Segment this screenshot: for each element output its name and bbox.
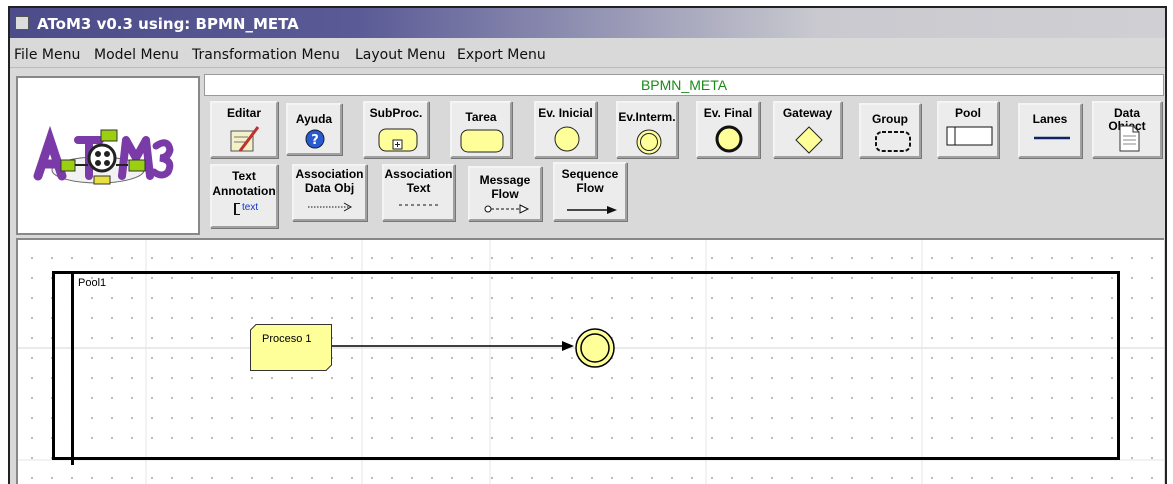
ev-interm-button[interactable]: Ev.Interm. (616, 101, 678, 158)
subproc-button[interactable]: SubProc. (363, 101, 429, 158)
ev-inicial-label: Ev. Inicial (538, 106, 593, 120)
editar-label: Editar (226, 106, 261, 120)
sequence-flow-label-2: Flow (576, 181, 604, 195)
ayuda-button[interactable]: Ayuda ? (286, 103, 342, 155)
association-data-obj-label-2: Data Obj (304, 181, 355, 195)
pool-button[interactable]: Pool (937, 101, 999, 158)
start-event-icon (554, 126, 580, 152)
pool-icon (946, 126, 993, 146)
text-annotation-icon (234, 203, 240, 215)
data-object-button[interactable]: Data Object (1092, 101, 1162, 158)
lanes-button[interactable]: Lanes (1018, 103, 1082, 158)
menu-file[interactable]: File Menu (14, 47, 80, 63)
sequence-flow-connector[interactable] (18, 240, 1166, 484)
data-object-icon (1119, 125, 1140, 152)
menu-model[interactable]: Model Menu (94, 47, 179, 63)
edit-pencil-icon (230, 126, 260, 152)
metamodel-title: BPMN_META (204, 74, 1164, 96)
lanes-label: Lanes (1032, 112, 1068, 126)
message-flow-button[interactable]: Message Flow (468, 166, 542, 221)
sequence-flow-label-1: Sequence (561, 167, 619, 181)
association-data-obj-label-1: Association (295, 167, 364, 181)
pool-label: Pool (955, 106, 981, 120)
window-menu-icon[interactable] (15, 16, 29, 30)
message-flow-icon (484, 204, 530, 214)
dashed-line-icon (399, 204, 441, 206)
text-annotation-sub: text (242, 202, 259, 213)
task-label: Proceso 1 (262, 333, 312, 345)
tarea-button[interactable]: Tarea (450, 101, 512, 158)
svg-text:?: ? (311, 133, 319, 148)
text-annotation-button[interactable]: Text Annotation text (210, 164, 278, 228)
gateway-button[interactable]: Gateway (773, 101, 842, 158)
association-data-obj-button[interactable]: Association Data Obj (292, 164, 367, 221)
atom3-window: AToM3 v0.3 using: BPMN_META File Menu Mo… (8, 6, 1167, 484)
group-icon (875, 131, 911, 152)
association-text-label-2: Text (406, 181, 431, 195)
association-text-button[interactable]: Association Text (382, 164, 455, 221)
sequence-flow-button[interactable]: Sequence Flow (553, 162, 627, 221)
subprocess-icon (378, 128, 418, 152)
group-label: Group (872, 112, 908, 126)
text-annotation-label-2: Annotation (212, 184, 276, 198)
task-label-wrap: Proceso 1 (250, 324, 332, 371)
end-event-icon (715, 125, 743, 153)
intermediate-event-icon (636, 129, 662, 155)
sequence-flow-icon (567, 206, 617, 214)
menu-bar: File Menu Model Menu Transformation Menu… (10, 40, 1165, 68)
ev-final-button[interactable]: Ev. Final (696, 101, 760, 158)
title-bar[interactable]: AToM3 v0.3 using: BPMN_META (10, 8, 1165, 38)
toolbar-panel: BPMN_META Editar Ayuda ? SubProc. Tarea … (204, 74, 1164, 238)
group-button[interactable]: Group (859, 103, 921, 158)
editar-button[interactable]: Editar (210, 101, 278, 158)
atom3-logo-icon (16, 76, 200, 235)
menu-transformation[interactable]: Transformation Menu (192, 47, 340, 63)
ev-interm-label: Ev.Interm. (618, 110, 676, 124)
ev-final-label: Ev. Final (703, 106, 753, 120)
gateway-diamond-icon (795, 126, 823, 154)
ayuda-label: Ayuda (295, 112, 333, 126)
ev-inicial-button[interactable]: Ev. Inicial (534, 101, 597, 158)
dotted-arrow-icon (308, 202, 353, 212)
association-text-label-1: Association (384, 167, 453, 181)
message-flow-label-2: Flow (491, 187, 519, 201)
menu-export[interactable]: Export Menu (457, 47, 546, 63)
task-icon (460, 129, 504, 153)
model-canvas[interactable]: Pool1 Proceso 1 (16, 238, 1166, 484)
help-question-icon: ? (305, 129, 325, 149)
text-annotation-label-1: Text (232, 169, 256, 183)
menu-layout[interactable]: Layout Menu (355, 47, 445, 63)
window-title: AToM3 v0.3 using: BPMN_META (37, 15, 299, 33)
subproc-label: SubProc. (369, 106, 423, 120)
message-flow-label-1: Message (479, 173, 531, 187)
lane-line-icon (1034, 136, 1070, 140)
gateway-label: Gateway (782, 106, 833, 120)
tarea-label: Tarea (465, 110, 497, 124)
